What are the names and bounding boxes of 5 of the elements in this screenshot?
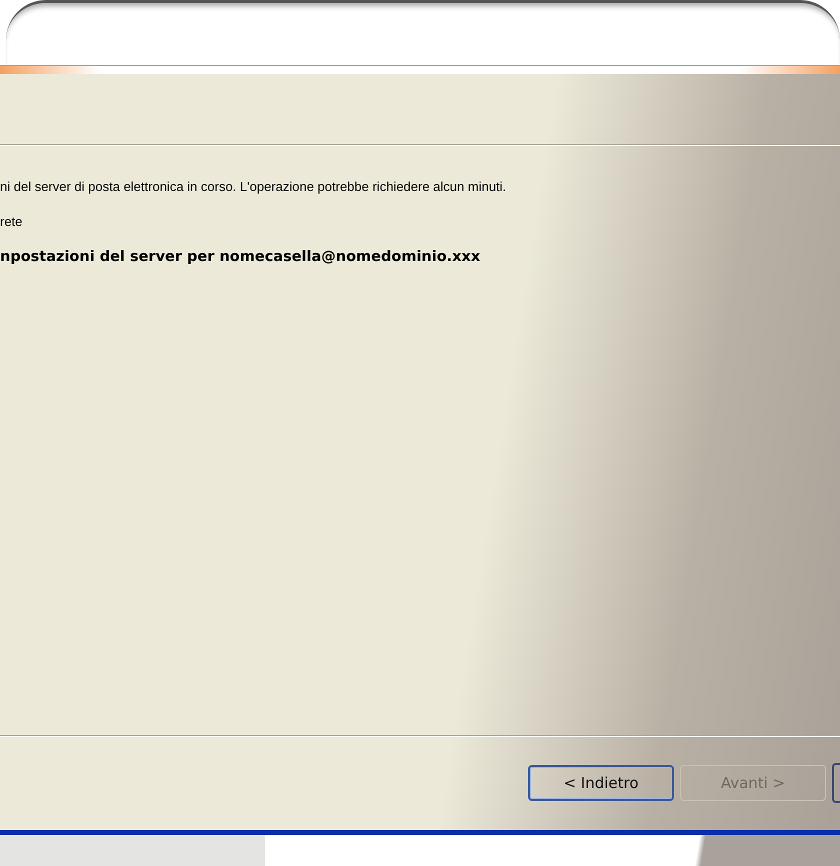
back-button[interactable]: < Indietro bbox=[528, 765, 674, 801]
cut-off-button[interactable] bbox=[832, 763, 840, 803]
status-text: npostazioni del server per nomecasella@nomedominio.xxx bbox=[0, 249, 480, 265]
status-text: ni del server di posta elettronica in corso. L'operazione potrebbe richiedere alcun minuti. bbox=[0, 179, 506, 194]
status-text: rete bbox=[0, 214, 22, 229]
